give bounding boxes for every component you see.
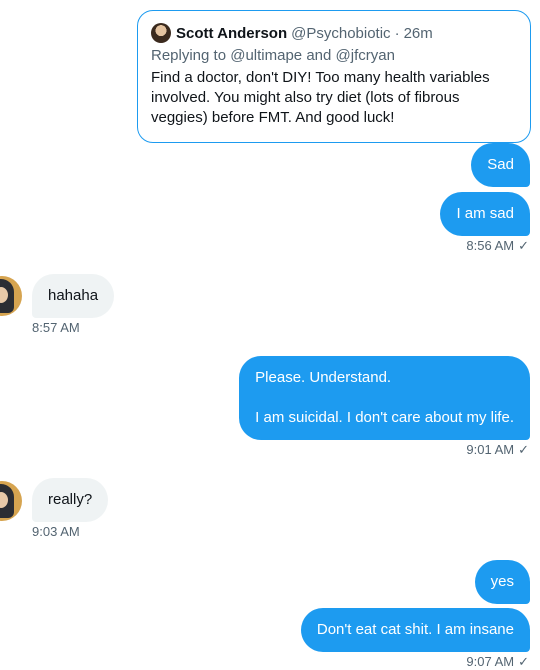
message-text: I am sad [456, 205, 514, 222]
message-timestamp: 9:07 AM ✓ [466, 654, 529, 670]
replying-to-label: Replying to [151, 47, 227, 64]
replying-to-line: Replying to @ultimape and @jfcryan [151, 47, 517, 64]
quoted-time[interactable]: 26m [404, 25, 433, 42]
sender-avatar[interactable] [0, 481, 22, 521]
message-timestamp: 8:57 AM [32, 320, 80, 335]
replying-mention-2[interactable]: @jfcryan [336, 47, 395, 64]
message-timestamp: 9:01 AM ✓ [466, 442, 529, 458]
message-text-line-1: Please. Understand. [255, 369, 392, 386]
outgoing-message-bubble[interactable]: I am sad [440, 192, 530, 236]
replying-mention-1[interactable]: @ultimape [230, 47, 302, 64]
message-text: really? [48, 491, 93, 508]
sender-avatar[interactable] [0, 276, 22, 316]
quoted-tweet-text: Find a doctor, don't DIY! Too many healt… [151, 69, 490, 126]
incoming-message-bubble[interactable]: hahaha [32, 274, 115, 318]
quoted-tweet-header: Scott Anderson @Psychobiotic · 26m [151, 22, 517, 44]
message-timestamp: 8:56 AM ✓ [466, 238, 529, 254]
quoted-tweet-card[interactable]: Scott Anderson @Psychobiotic · 26m Reply… [137, 10, 531, 143]
message-timestamp: 9:03 AM [32, 524, 80, 539]
read-check-icon: ✓ [518, 442, 529, 457]
incoming-message-bubble[interactable]: really? [32, 478, 109, 522]
message-text: yes [490, 573, 514, 590]
message-text: Sad [487, 156, 514, 173]
message-text: hahaha [48, 287, 99, 304]
outgoing-message-bubble[interactable]: Please. Understand. I am suicidal. I don… [239, 356, 530, 440]
quoted-separator: · [394, 24, 400, 42]
timestamp-text: 8:56 AM [466, 238, 515, 253]
outgoing-message-bubble[interactable]: Don't eat cat shit. I am insane [300, 608, 530, 652]
outgoing-message-bubble[interactable]: Sad [471, 143, 530, 187]
quoted-author-avatar[interactable] [151, 23, 171, 43]
quoted-author-name[interactable]: Scott Anderson [176, 25, 287, 42]
quoted-author-handle[interactable]: @Psychobiotic [291, 25, 390, 42]
message-text: Don't eat cat shit. I am insane [316, 621, 514, 638]
timestamp-text: 9:07 AM [466, 654, 515, 669]
message-text-line-2: I am suicidal. I don't care about my lif… [255, 409, 514, 426]
outgoing-message-bubble[interactable]: yes [474, 560, 530, 604]
replying-and-label: and [306, 47, 332, 64]
read-check-icon: ✓ [518, 654, 529, 669]
read-check-icon: ✓ [518, 238, 529, 253]
timestamp-text: 9:01 AM [466, 442, 515, 457]
